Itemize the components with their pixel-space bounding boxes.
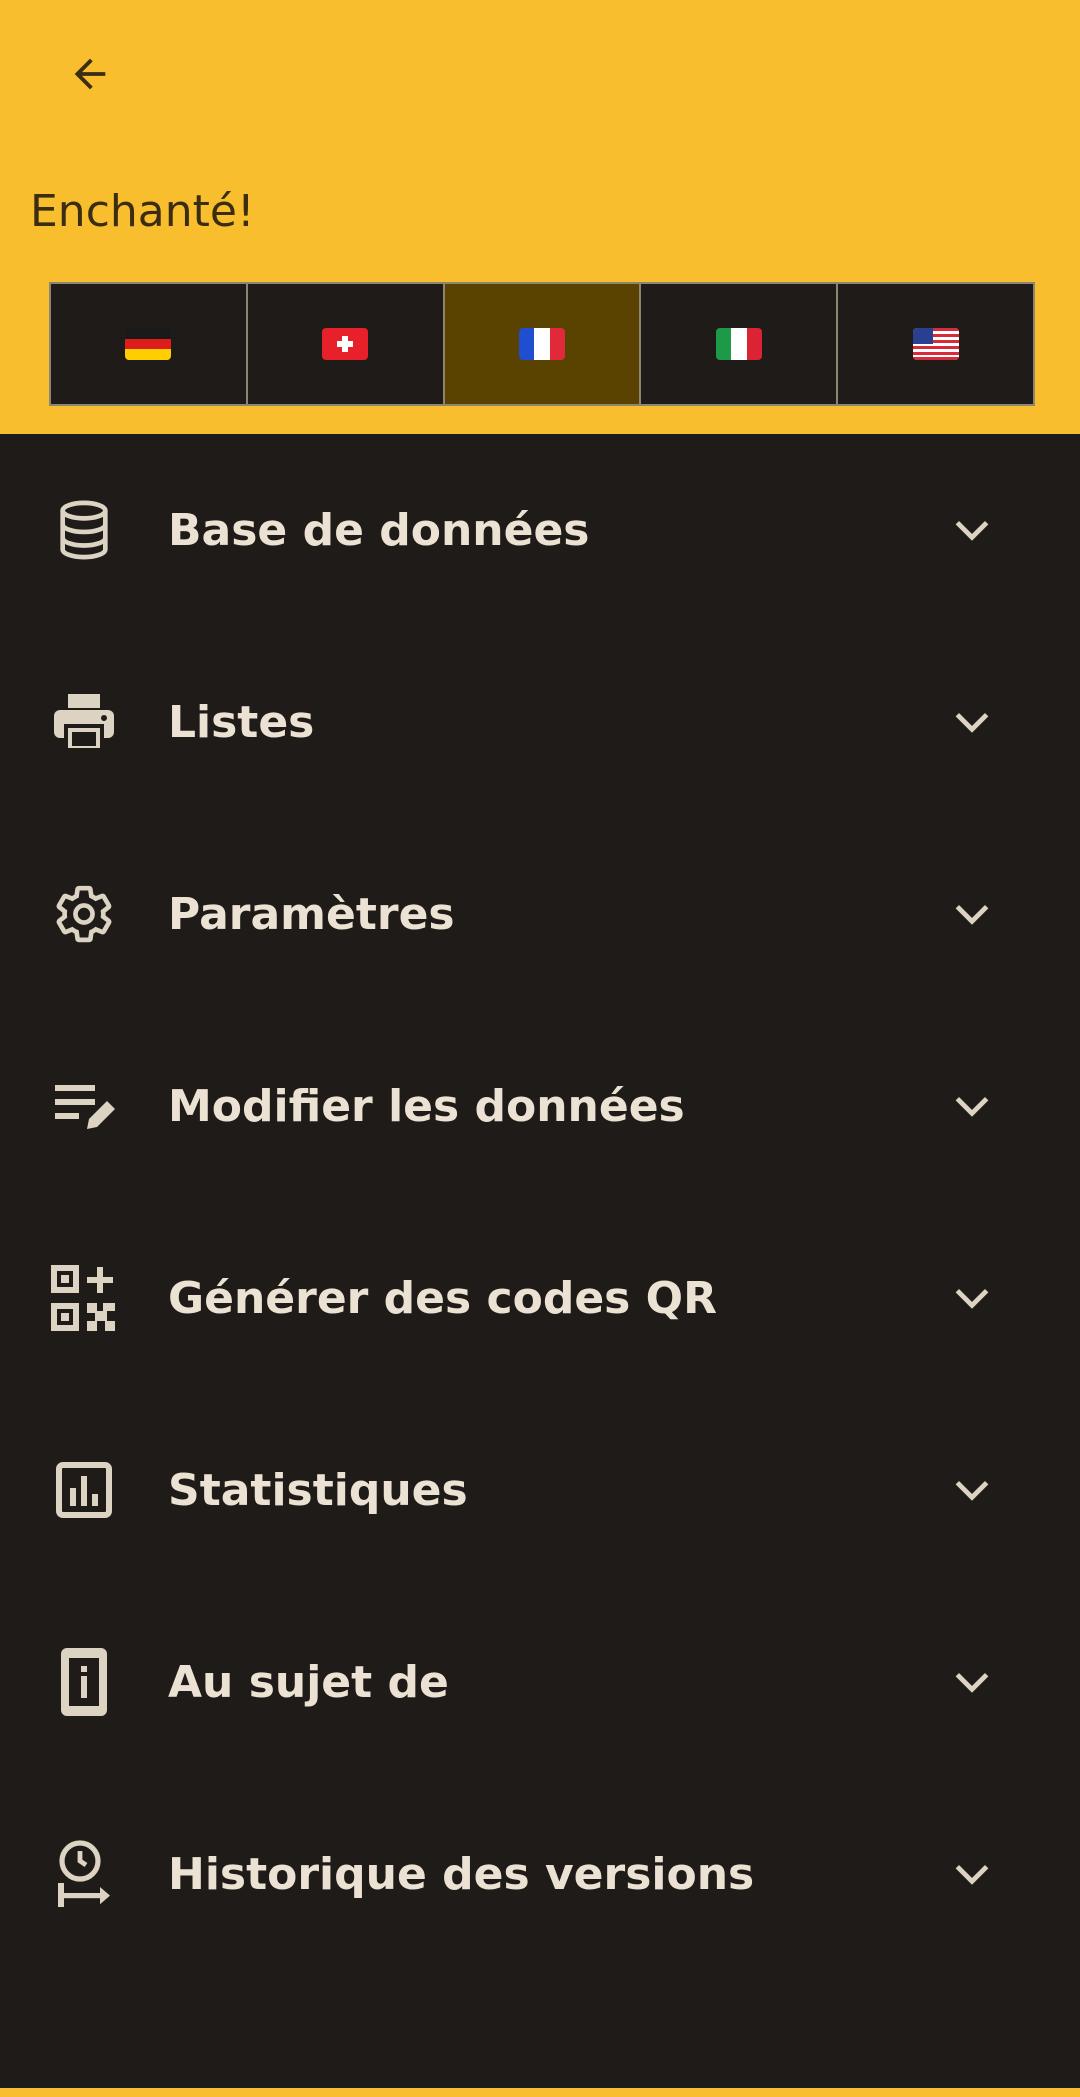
chevron-down-icon <box>946 504 998 556</box>
menu-list: Base de données Listes Paramètres Modifi… <box>0 434 1080 1970</box>
menu-item-database[interactable]: Base de données <box>0 434 1080 626</box>
printer-icon <box>48 686 120 758</box>
menu-item-lists[interactable]: Listes <box>0 626 1080 818</box>
menu-item-label: Historique des versions <box>168 1848 755 1900</box>
fr-flag-icon <box>518 328 565 360</box>
header: Enchanté! <box>0 0 1080 434</box>
database-icon <box>48 494 120 566</box>
menu-item-edit-data[interactable]: Modifier les données <box>0 1010 1080 1202</box>
chevron-down-icon <box>946 1272 998 1324</box>
gear-icon <box>48 878 120 950</box>
menu-item-label: Listes <box>168 696 315 748</box>
menu-item-version-history[interactable]: Historique des versions <box>0 1778 1080 1970</box>
edit-list-icon <box>48 1070 120 1142</box>
de-flag-icon <box>125 328 172 360</box>
menu-item-settings[interactable]: Paramètres <box>0 818 1080 1010</box>
arrow-back-icon <box>74 58 106 90</box>
language-option-french[interactable] <box>444 284 642 404</box>
settings-page: Enchanté! Base de données Listes Paramèt… <box>0 0 1080 2097</box>
menu-item-statistics[interactable]: Statistiques <box>0 1394 1080 1586</box>
chevron-down-icon <box>946 1080 998 1132</box>
qr-code-icon <box>48 1262 120 1334</box>
chevron-down-icon <box>946 696 998 748</box>
menu-item-label: Base de données <box>168 504 590 556</box>
language-option-italian[interactable] <box>641 284 839 404</box>
greeting-title: Enchanté! <box>30 186 255 237</box>
menu-item-label: Modifier les données <box>168 1080 685 1132</box>
it-flag-icon <box>715 328 762 360</box>
info-icon <box>48 1646 120 1718</box>
chevron-down-icon <box>946 1656 998 1708</box>
language-option-english[interactable] <box>838 284 1033 404</box>
menu-item-qr-codes[interactable]: Générer des codes QR <box>0 1202 1080 1394</box>
menu-item-label: Paramètres <box>168 888 455 940</box>
language-option-swiss[interactable] <box>248 284 445 404</box>
ch-flag-icon <box>322 328 369 360</box>
menu-item-label: Générer des codes QR <box>168 1272 717 1324</box>
back-button[interactable] <box>56 40 124 108</box>
menu-item-about[interactable]: Au sujet de <box>0 1586 1080 1778</box>
chevron-down-icon <box>946 1848 998 1900</box>
chevron-down-icon <box>946 1464 998 1516</box>
chevron-down-icon <box>946 888 998 940</box>
bottom-accent-bar <box>0 2088 1080 2097</box>
language-option-german[interactable] <box>51 284 248 404</box>
bar-chart-icon <box>48 1454 120 1526</box>
language-selector <box>49 282 1035 406</box>
us-flag-icon <box>912 328 959 360</box>
menu-item-label: Au sujet de <box>168 1656 449 1708</box>
history-icon <box>48 1838 120 1910</box>
menu-item-label: Statistiques <box>168 1464 468 1516</box>
